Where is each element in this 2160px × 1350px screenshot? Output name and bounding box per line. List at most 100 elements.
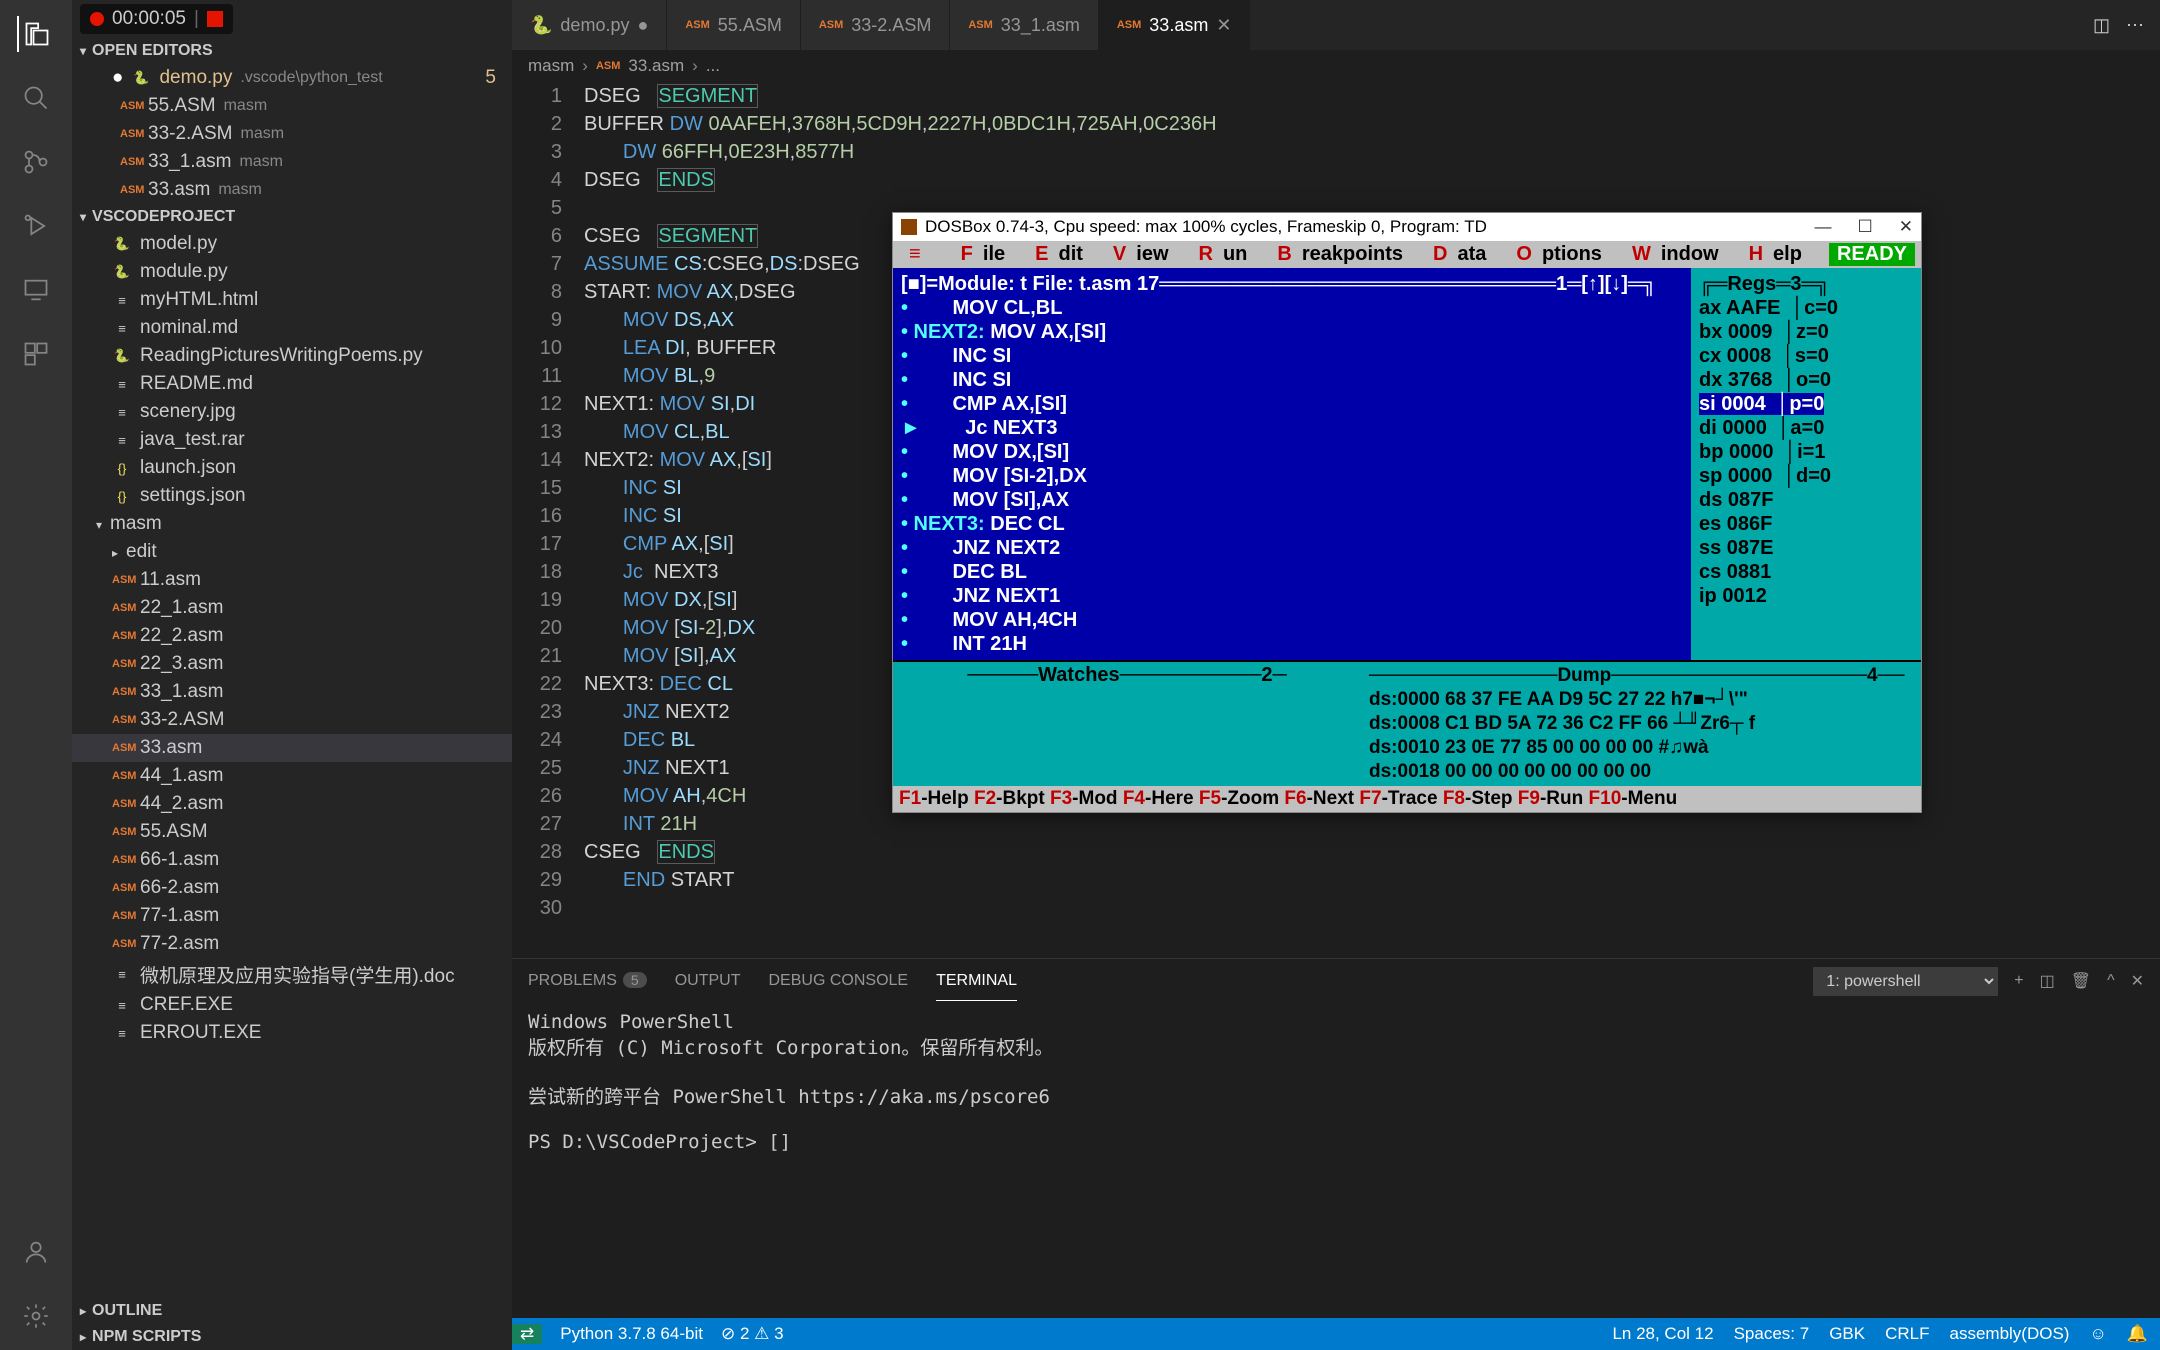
file-item[interactable]: ASM77-2.asm — [72, 930, 512, 958]
file-item[interactable]: ASM55.ASM — [72, 818, 512, 846]
td-menu[interactable]: ≡ FileEditViewRunBreakpointsDataOptionsW… — [893, 241, 1921, 268]
breadcrumb[interactable]: masm ASM33.asm ... — [512, 50, 2160, 82]
errors-status[interactable]: ⊘ 2 ⚠ 3 — [721, 1324, 784, 1344]
file-item[interactable]: 🐍ReadingPicturesWritingPoems.py — [72, 342, 512, 370]
file-item[interactable]: ASM77-1.asm — [72, 902, 512, 930]
sidebar: 00:00:05 | OPEN EDITORS ●🐍demo.py .vscod… — [72, 0, 512, 1350]
feedback-icon[interactable]: ☺ — [2089, 1324, 2106, 1344]
file-item[interactable]: ASM11.asm — [72, 566, 512, 594]
eol-status[interactable]: CRLF — [1885, 1324, 1929, 1344]
file-item[interactable]: ≡ERROUT.EXE — [72, 1019, 512, 1047]
open-editor-item[interactable]: ASM33.asm masm — [72, 176, 512, 204]
file-item[interactable]: ≡scenery.jpg — [72, 398, 512, 426]
spaces-status[interactable]: Spaces: 7 — [1734, 1324, 1810, 1344]
outline-header[interactable]: OUTLINE — [72, 1298, 512, 1324]
file-item[interactable]: ASM44_2.asm — [72, 790, 512, 818]
dosbox-icon — [901, 219, 917, 235]
file-item[interactable]: masm — [72, 510, 512, 538]
file-item[interactable]: ASM33-2.ASM — [72, 706, 512, 734]
search-icon[interactable] — [18, 80, 54, 116]
status-bar: ⇄ Python 3.7.8 64-bit ⊘ 2 ⚠ 3 Ln 28, Col… — [512, 1318, 2160, 1350]
main-area: 🐍 demo.py ●ASM 55.ASMASM 33-2.ASMASM 33_… — [512, 0, 2160, 1350]
tab-debug-console[interactable]: DEBUG CONSOLE — [769, 962, 909, 1000]
tab-problems[interactable]: PROBLEMS5 — [528, 962, 647, 1000]
td-regs-panel[interactable]: ╔═Regs═3═╗ ax AAFE │c=0 bx 0009 │z=0 cx … — [1691, 268, 1921, 660]
file-item[interactable]: ≡README.md — [72, 370, 512, 398]
editor-tab[interactable]: ASM 33.asm ✕ — [1099, 0, 1251, 50]
td-ready: READY — [1829, 243, 1915, 266]
file-item[interactable]: ≡微机原理及应用实验指导(学生用).doc — [72, 958, 512, 991]
maximize-panel-icon[interactable]: ^ — [2107, 972, 2115, 990]
encoding-status[interactable]: GBK — [1829, 1324, 1865, 1344]
bottom-panel: PROBLEMS5 OUTPUT DEBUG CONSOLE TERMINAL … — [512, 958, 2160, 1318]
code-editor[interactable]: 1234567891011121314151617181920212223242… — [512, 82, 2160, 958]
minimize-icon[interactable]: — — [1815, 217, 1832, 237]
trash-icon[interactable]: 🗑 — [2071, 971, 2091, 991]
open-editor-item[interactable]: ASM33-2.ASM masm — [72, 120, 512, 148]
td-fkeys[interactable]: F1-Help F2-Bkpt F3-Mod F4-Here F5-Zoom F… — [893, 786, 1921, 812]
td-watch-panel[interactable]: ─────Watches──────────2─ — [893, 660, 1361, 780]
file-item[interactable]: {}settings.json — [72, 482, 512, 510]
editor-tab[interactable]: ASM 33-2.ASM — [801, 0, 951, 50]
file-item[interactable]: 🐍module.py — [72, 258, 512, 286]
dosbox-titlebar[interactable]: DOSBox 0.74-3, Cpu speed: max 100% cycle… — [893, 213, 1921, 241]
open-editor-item[interactable]: ●🐍demo.py .vscode\python_test5 — [72, 64, 512, 92]
file-item[interactable]: ASM22_1.asm — [72, 594, 512, 622]
more-actions-icon[interactable]: ⋯ — [2126, 15, 2144, 36]
file-item[interactable]: ASM44_1.asm — [72, 762, 512, 790]
lang-status[interactable]: assembly(DOS) — [1950, 1324, 2070, 1344]
file-item[interactable]: ASM33_1.asm — [72, 678, 512, 706]
screencast-time: 00:00:05 — [112, 8, 186, 30]
file-item[interactable]: {}launch.json — [72, 454, 512, 482]
open-editor-item[interactable]: ASM33_1.asm masm — [72, 148, 512, 176]
scm-icon[interactable] — [18, 144, 54, 180]
file-item[interactable]: ASM66-1.asm — [72, 846, 512, 874]
file-item[interactable]: ASM22_3.asm — [72, 650, 512, 678]
activity-bar — [0, 0, 72, 1350]
editor-tab[interactable]: ASM 33_1.asm — [950, 0, 1099, 50]
debug-icon[interactable] — [18, 208, 54, 244]
file-item[interactable]: edit — [72, 538, 512, 566]
split-terminal-icon[interactable]: ◫ — [2040, 971, 2055, 991]
cursor-pos[interactable]: Ln 28, Col 12 — [1612, 1324, 1713, 1344]
editor-tab[interactable]: 🐍 demo.py ● — [512, 0, 667, 50]
file-item[interactable]: ≡CREF.EXE — [72, 991, 512, 1019]
maximize-icon[interactable]: ☐ — [1858, 217, 1873, 237]
close-icon[interactable]: ✕ — [1899, 217, 1913, 237]
remote-icon[interactable] — [18, 272, 54, 308]
project-header[interactable]: VSCODEPROJECT — [72, 204, 512, 230]
open-editor-item[interactable]: ASM55.ASM masm — [72, 92, 512, 120]
terminal-body[interactable]: Windows PowerShell 版权所有 (C) Microsoft Co… — [512, 1003, 2160, 1318]
open-editors-header[interactable]: OPEN EDITORS — [72, 38, 512, 64]
file-item[interactable]: ASM66-2.asm — [72, 874, 512, 902]
td-code-panel[interactable]: [■]=Module: t File: t.asm 17════════════… — [893, 268, 1691, 660]
bell-icon[interactable]: 🔔 — [2127, 1324, 2148, 1344]
npm-header[interactable]: NPM SCRIPTS — [72, 1324, 512, 1350]
td-dump-panel[interactable]: ──────────────Dump───────────────────4──… — [1361, 660, 1921, 786]
minimap[interactable] — [2060, 82, 2160, 958]
screencast-recorder[interactable]: 00:00:05 | — [80, 4, 233, 34]
file-item[interactable]: ≡myHTML.html — [72, 286, 512, 314]
file-item[interactable]: ≡nominal.md — [72, 314, 512, 342]
file-item[interactable]: ≡java_test.rar — [72, 426, 512, 454]
python-status[interactable]: Python 3.7.8 64-bit — [560, 1324, 703, 1344]
file-item[interactable]: 🐍model.py — [72, 230, 512, 258]
stop-icon[interactable] — [207, 11, 223, 27]
close-panel-icon[interactable]: ✕ — [2131, 971, 2144, 991]
gear-icon[interactable] — [18, 1298, 54, 1334]
new-terminal-icon[interactable]: + — [2014, 972, 2023, 990]
explorer-icon[interactable] — [17, 16, 53, 52]
split-editor-icon[interactable]: ◫ — [2093, 15, 2110, 36]
file-item[interactable]: ASM22_2.asm — [72, 622, 512, 650]
account-icon[interactable] — [18, 1234, 54, 1270]
file-item[interactable]: ASM33.asm — [72, 734, 512, 762]
record-dot-icon — [90, 12, 104, 26]
remote-status[interactable]: ⇄ — [512, 1324, 542, 1344]
editor-tab[interactable]: ASM 55.ASM — [667, 0, 800, 50]
terminal-selector[interactable]: 1: powershell — [1813, 967, 1998, 996]
editor-tabs: 🐍 demo.py ●ASM 55.ASMASM 33-2.ASMASM 33_… — [512, 0, 2160, 50]
dosbox-window[interactable]: DOSBox 0.74-3, Cpu speed: max 100% cycle… — [892, 212, 1922, 813]
tab-output[interactable]: OUTPUT — [675, 962, 741, 1000]
extensions-icon[interactable] — [18, 336, 54, 372]
tab-terminal[interactable]: TERMINAL — [936, 962, 1017, 1001]
